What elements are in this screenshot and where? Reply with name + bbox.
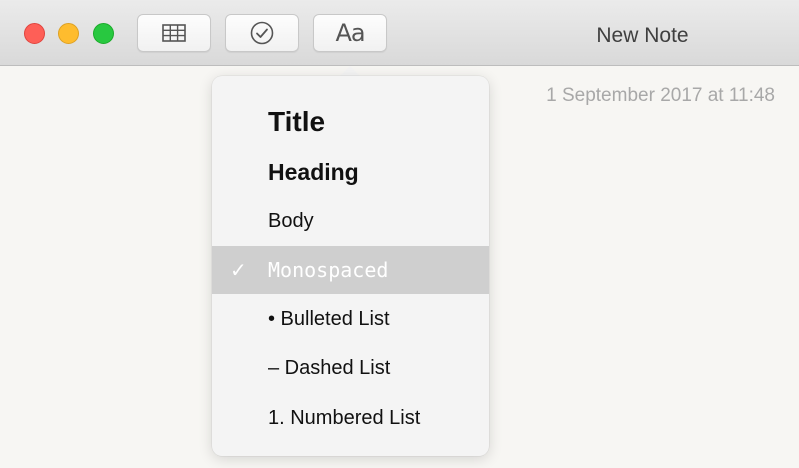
format-item-label: – Dashed List	[268, 356, 391, 379]
notes-window: Aa New Note 1 September 2017 at 11:48 Ti…	[0, 0, 799, 468]
format-item-body[interactable]: Body	[212, 197, 489, 245]
close-window-button[interactable]	[24, 23, 45, 44]
checklist-button[interactable]	[225, 14, 299, 52]
format-item-heading[interactable]: Heading	[212, 148, 489, 196]
table-icon	[162, 24, 186, 42]
format-item-dashed-list[interactable]: – Dashed List	[212, 344, 489, 392]
format-button-label: Aa	[335, 19, 365, 47]
window-title: New Note	[596, 24, 689, 47]
format-item-bulleted-list[interactable]: • Bulleted List	[212, 295, 489, 343]
table-button[interactable]	[137, 14, 211, 52]
format-item-label: Title	[268, 106, 326, 137]
format-item-label: Heading	[268, 158, 359, 185]
format-item-label: Body	[268, 209, 314, 232]
format-item-title[interactable]: Title	[212, 98, 489, 146]
checkmark-circle-icon	[250, 21, 274, 45]
format-item-numbered-list[interactable]: 1. Numbered List	[212, 394, 489, 442]
note-date: 1 September 2017 at 11:48	[546, 85, 775, 106]
format-item-label: Monospaced	[268, 258, 389, 282]
title-bar: Aa New Note	[0, 0, 799, 66]
checkmark-icon: ✓	[230, 258, 247, 282]
zoom-window-button[interactable]	[93, 23, 114, 44]
format-item-monospaced[interactable]: ✓ Monospaced	[212, 246, 489, 294]
format-item-label: • Bulleted List	[268, 307, 390, 330]
format-item-label: 1. Numbered List	[268, 406, 421, 429]
minimize-window-button[interactable]	[58, 23, 79, 44]
format-button[interactable]: Aa	[313, 14, 387, 52]
format-popover: Title Heading Body ✓ Monospaced • Bullet…	[212, 76, 489, 456]
